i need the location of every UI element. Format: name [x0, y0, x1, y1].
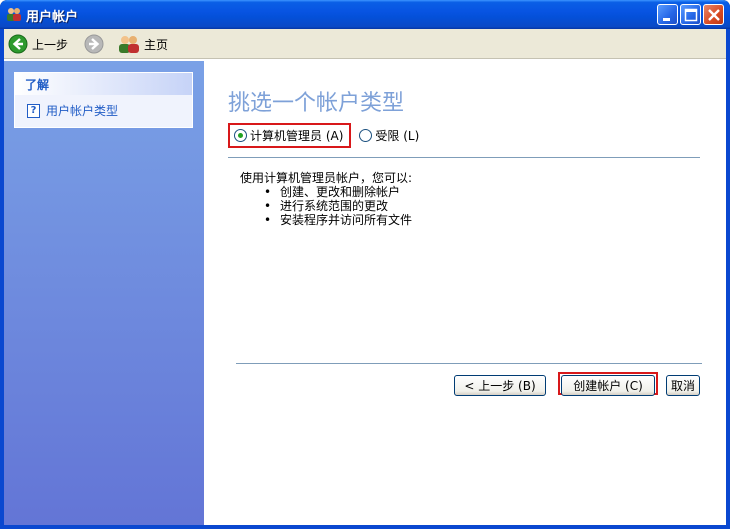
- radio-limited[interactable]: 受限 (L): [355, 124, 423, 147]
- minimize-button[interactable]: [657, 4, 678, 25]
- maximize-button[interactable]: [680, 4, 701, 25]
- radio-admin[interactable]: 计算机管理员 (A): [228, 123, 352, 148]
- learn-about-header: 了解: [15, 73, 192, 95]
- home-tool-button[interactable]: 主页: [118, 33, 168, 55]
- window: 用户帐户 上一步 主页 了解 ? 用户帐户类型 挑选一个帐户类型 计算机管理员 …: [0, 0, 730, 529]
- back-tool-label: 上一步: [32, 37, 69, 52]
- description: 使用计算机管理员帐户，您可以:: [240, 171, 413, 185]
- minimize-icon: [663, 18, 670, 21]
- capability-list: 创建、更改和删除帐户 进行系统范围的更改 安装程序并访问所有文件: [264, 185, 412, 227]
- sidebar-item-label: 用户帐户类型: [46, 104, 119, 118]
- forward-arrow-icon: [84, 34, 104, 54]
- page-title: 挑选一个帐户类型: [228, 91, 405, 116]
- users-home-icon: [119, 36, 139, 53]
- title-bar[interactable]: 用户帐户: [0, 0, 730, 29]
- close-icon: [708, 9, 720, 21]
- list-item: 进行系统范围的更改: [264, 199, 412, 213]
- cancel-button[interactable]: 取消: [666, 375, 700, 396]
- radio-admin-circle[interactable]: [234, 129, 247, 142]
- account-type-options: 计算机管理员 (A) 受限 (L): [228, 123, 423, 148]
- users-icon: [7, 8, 21, 21]
- back-tool-button[interactable]: 上一步: [8, 33, 68, 55]
- forward-tool-button[interactable]: [84, 33, 104, 55]
- back-arrow-icon: [8, 34, 28, 54]
- window-title: 用户帐户: [26, 10, 79, 25]
- divider: [228, 157, 700, 158]
- left-task-pane: 了解 ? 用户帐户类型: [4, 61, 204, 525]
- list-item: 创建、更改和删除帐户: [264, 185, 412, 199]
- toolbar: 上一步 主页: [4, 29, 726, 59]
- sidebar-item-account-types[interactable]: ? 用户帐户类型: [15, 95, 192, 119]
- radio-limited-circle[interactable]: [359, 129, 373, 142]
- learn-about-box: 了解 ? 用户帐户类型: [14, 72, 193, 128]
- main-pane: 挑选一个帐户类型 计算机管理员 (A) 受限 (L) 使用计算机管理员帐户，您可…: [204, 61, 726, 525]
- bottom-divider: [236, 363, 702, 364]
- create-account-button[interactable]: 创建帐户 (C): [561, 375, 655, 396]
- help-icon: ?: [27, 103, 40, 118]
- home-tool-label: 主页: [144, 37, 169, 52]
- radio-limited-label: 受限 (L): [375, 129, 420, 143]
- window-border-right: [726, 29, 730, 529]
- back-button[interactable]: < 上一步 (B): [454, 375, 546, 396]
- list-item: 安装程序并访问所有文件: [264, 213, 412, 227]
- close-button[interactable]: [703, 4, 724, 25]
- radio-admin-label: 计算机管理员 (A): [250, 129, 344, 143]
- window-border-bottom: [0, 525, 730, 529]
- maximize-icon: [684, 8, 698, 22]
